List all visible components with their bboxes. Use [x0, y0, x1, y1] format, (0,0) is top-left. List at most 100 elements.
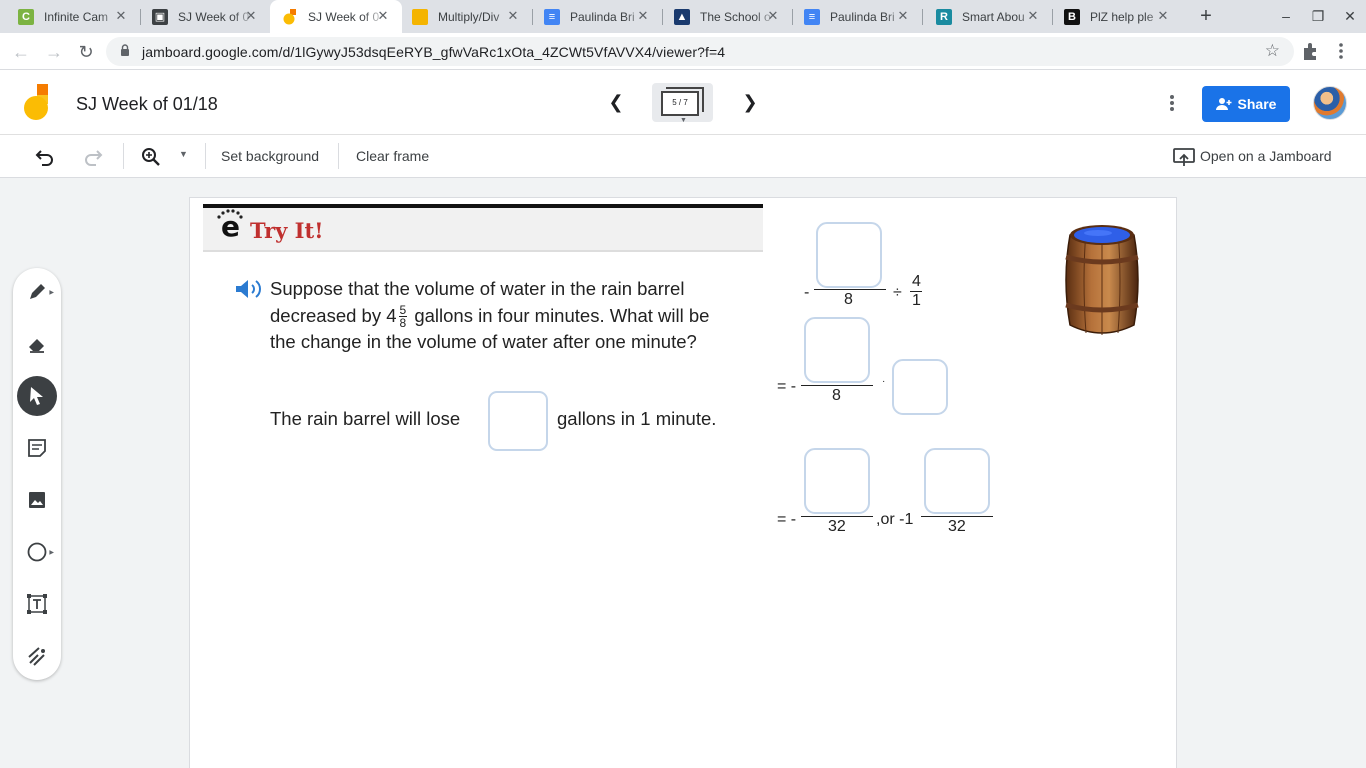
e-logo-icon: e: [221, 210, 240, 243]
browser-tab-strip: C Infinite Cam ✕ ▣ SJ Week of 0 ✕ SJ Wee…: [0, 0, 1366, 33]
eq2-denominator: 8: [832, 387, 841, 404]
problem-line-2: decreased by 458 gallons in four minutes…: [270, 303, 770, 329]
eq3-mixed-prefix: ,or -1: [876, 511, 914, 528]
laser-tool[interactable]: [17, 636, 57, 676]
more-options-icon[interactable]: [1168, 94, 1176, 112]
select-tool[interactable]: [17, 376, 57, 416]
back-icon[interactable]: ←: [10, 41, 32, 63]
browser-tab[interactable]: ≡ Paulinda Bri ✕: [792, 0, 922, 33]
eq3-numerator-box[interactable]: [804, 448, 870, 514]
tab-title: Multiply/Div: [438, 9, 500, 24]
zoom-dropdown-icon[interactable]: ▼: [179, 149, 188, 159]
eq3-mixed-numerator-box[interactable]: [924, 448, 990, 514]
text-box-tool[interactable]: [17, 584, 57, 624]
frame-bar-toggle[interactable]: 5 / 7 ▼: [652, 83, 713, 124]
slides-icon: [412, 8, 428, 25]
close-icon[interactable]: ✕: [1026, 9, 1040, 23]
camera-c-icon: C: [18, 8, 34, 25]
minimize-icon[interactable]: –: [1276, 8, 1296, 24]
share-label: Share: [1237, 96, 1277, 112]
problem-decreased-by: decreased by: [270, 304, 387, 326]
share-button[interactable]: Share: [1202, 86, 1290, 122]
jamboard-logo-icon[interactable]: [24, 84, 50, 120]
answer-sentence-start: The rain barrel will lose: [270, 408, 461, 429]
circle-icon: [27, 542, 47, 562]
browser-tab[interactable]: Multiply/Div ✕: [402, 0, 532, 33]
rain-barrel-image: [1065, 225, 1139, 335]
frame-indicator: 5 / 7: [661, 91, 699, 116]
omnibox[interactable]: jamboard.google.com/d/1lGywyJ53dsqEeRYB_…: [106, 37, 1294, 66]
undo-icon[interactable]: [34, 146, 56, 168]
document-title[interactable]: SJ Week of 01/18: [76, 94, 218, 115]
answer-sentence-end: gallons in 1 minute.: [557, 408, 717, 429]
cast-to-jamboard-icon[interactable]: [1173, 146, 1195, 168]
r-icon: R: [936, 8, 952, 25]
bookmark-star-icon[interactable]: ☆: [1265, 41, 1280, 61]
close-icon[interactable]: ✕: [636, 9, 650, 23]
image-icon: [29, 492, 45, 508]
eq3-prefix: = -: [777, 511, 797, 528]
extensions-puzzle-icon[interactable]: [1300, 40, 1322, 62]
eraser-tool[interactable]: [17, 324, 57, 364]
browser-tab[interactable]: C Infinite Cam ✕: [0, 0, 140, 33]
close-icon[interactable]: ✕: [766, 9, 780, 23]
close-icon[interactable]: ✕: [244, 9, 258, 23]
select-icon: [30, 387, 43, 405]
set-background-button[interactable]: Set background: [221, 148, 319, 164]
avatar[interactable]: [1313, 86, 1347, 120]
jamboard-header: SJ Week of 01/18 ❮ 5 / 7 ▼ ❯ Share: [0, 70, 1366, 135]
pen-tool[interactable]: ▶: [17, 272, 57, 312]
eq2-multiplier-box[interactable]: [892, 359, 948, 415]
eq3-mixed-denominator: 32: [948, 518, 966, 535]
eq1-numerator-box[interactable]: [816, 222, 882, 288]
reload-icon[interactable]: ↻: [75, 41, 97, 63]
fraction-bar: [801, 516, 873, 517]
fraction-bar: [801, 385, 873, 386]
problem-text: Suppose that the volume of water in the …: [270, 276, 770, 356]
eq1-fraction-numerator: 4: [912, 273, 921, 290]
docs-icon: ≡: [804, 8, 820, 25]
eq2-numerator-box[interactable]: [804, 317, 870, 383]
speaker-icon[interactable]: [234, 278, 264, 300]
sticky-note-tool[interactable]: [17, 428, 57, 468]
close-icon[interactable]: ✕: [376, 9, 390, 23]
previous-frame-button[interactable]: ❮: [605, 92, 627, 114]
tool-submenu-arrow-icon: ▶: [49, 290, 54, 296]
sticky-note-icon: [28, 439, 46, 457]
browser-tab[interactable]: ▣ SJ Week of 0 ✕: [140, 0, 270, 33]
eq1-prefix: -: [804, 284, 810, 301]
brainly-icon: B: [1064, 8, 1080, 25]
new-tab-button[interactable]: +: [1195, 6, 1217, 28]
next-frame-button[interactable]: ❯: [739, 92, 761, 114]
toolbar-divider: [123, 143, 124, 169]
chevron-down-icon: ▼: [680, 117, 687, 124]
browser-tab[interactable]: ▲ The School o ✕: [662, 0, 792, 33]
text-box-icon: [27, 594, 47, 614]
close-icon[interactable]: ✕: [896, 9, 910, 23]
mixed-fraction: 58: [398, 304, 408, 329]
try-it-banner: e Try It!: [203, 204, 763, 252]
chrome-menu-icon[interactable]: [1339, 42, 1343, 60]
jam-canvas[interactable]: e Try It! Suppose that the volume of wat…: [189, 197, 1177, 768]
restore-icon[interactable]: ❐: [1308, 8, 1328, 25]
mixed-whole: 4: [386, 304, 397, 326]
zoom-icon[interactable]: [140, 146, 162, 168]
laser-icon: [28, 647, 45, 666]
browser-tab-active[interactable]: SJ Week of 0 ✕: [270, 0, 402, 33]
close-icon[interactable]: ✕: [506, 9, 520, 23]
eq1-denominator: 8: [844, 291, 853, 308]
browser-tab[interactable]: B PlZ help ple ✕: [1052, 0, 1182, 33]
window-close-icon[interactable]: ✕: [1340, 8, 1360, 25]
open-on-jamboard-button[interactable]: Open on a Jamboard: [1200, 148, 1332, 164]
browser-tab[interactable]: ≡ Paulinda Bri ✕: [532, 0, 662, 33]
browser-tab[interactable]: R Smart Abou ✕: [922, 0, 1052, 33]
close-icon[interactable]: ✕: [114, 9, 128, 23]
image-tool[interactable]: [17, 480, 57, 520]
answer-input-box[interactable]: [488, 391, 548, 451]
shape-tool[interactable]: ▶: [17, 532, 57, 572]
clear-frame-button[interactable]: Clear frame: [356, 148, 429, 164]
close-icon[interactable]: ✕: [1156, 9, 1170, 23]
forward-icon[interactable]: →: [43, 41, 65, 63]
redo-icon[interactable]: [82, 146, 104, 168]
eq2-operator: ·: [882, 376, 886, 387]
